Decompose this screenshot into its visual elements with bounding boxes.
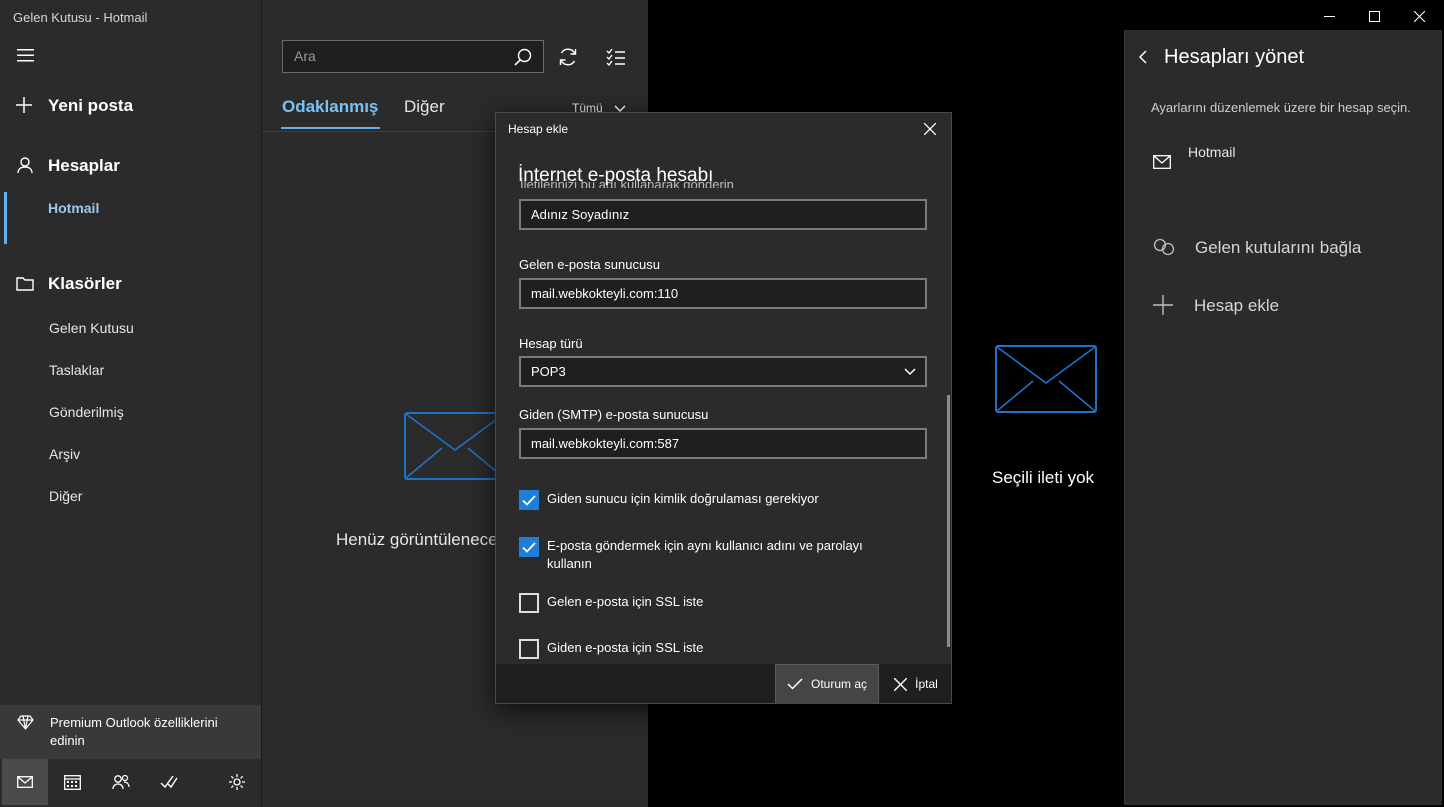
ssl-incoming-checkbox[interactable]: [519, 593, 539, 613]
manage-accounts-title: Hesapları yönet: [1164, 46, 1305, 68]
folder-inbox[interactable]: Gelen Kutusu: [49, 320, 134, 336]
outgoing-server-value: mail.webkokteyli.com:587: [531, 436, 680, 451]
search-box[interactable]: [282, 40, 544, 73]
outgoing-server-label: Giden (SMTP) e-posta sunucusu: [519, 407, 709, 422]
plus-icon: [16, 97, 32, 113]
select-mode-icon[interactable]: [606, 48, 626, 66]
selected-indicator: [4, 192, 7, 244]
tab-other[interactable]: Diğer: [404, 97, 445, 117]
mail-icon: [17, 776, 33, 788]
diamond-icon: [17, 715, 34, 730]
search-icon[interactable]: [514, 48, 532, 66]
new-mail-button[interactable]: Yeni posta: [0, 92, 261, 120]
tab-focused-underline: [281, 127, 380, 129]
close-window-button[interactable]: [1396, 0, 1442, 32]
empty-envelope-icon: [995, 345, 1097, 413]
account-mail-icon: [1153, 155, 1171, 169]
ssl-incoming-label: Gelen e-posta için SSL iste: [547, 594, 704, 609]
auth-required-checkbox[interactable]: [519, 490, 539, 510]
ssl-outgoing-label: Giden e-posta için SSL iste: [547, 640, 704, 655]
add-account-button[interactable]: Hesap ekle: [1194, 296, 1279, 316]
sidebar: [0, 0, 262, 807]
folder-archive[interactable]: Arşiv: [49, 446, 80, 462]
window-title: Gelen Kutusu - Hotmail: [13, 10, 148, 25]
back-arrow-icon[interactable]: [1138, 50, 1148, 64]
sidebar-item-hotmail[interactable]: Hotmail: [48, 200, 99, 216]
accounts-label: Hesaplar: [48, 156, 120, 175]
hamburger-menu-icon[interactable]: [17, 49, 34, 62]
sign-in-label: Oturum aç: [810, 677, 867, 691]
checkmark-icon: [787, 678, 803, 690]
link-icon: [1153, 238, 1175, 256]
maximize-button[interactable]: [1351, 0, 1397, 32]
ssl-outgoing-checkbox[interactable]: [519, 639, 539, 659]
add-account-dialog: Hesap ekle İletilerinizi bu adı kullanar…: [495, 112, 952, 704]
no-message-text: Seçili ileti yok: [992, 468, 1095, 487]
same-credentials-checkbox[interactable]: [519, 537, 539, 557]
empty-envelope-icon: [404, 412, 506, 480]
dialog-caption: Hesap ekle: [508, 122, 569, 136]
incoming-server-value: mail.webkokteyli.com:110: [531, 286, 679, 301]
tab-focused[interactable]: Odaklanmış: [282, 97, 378, 117]
account-type-value: POP3: [531, 364, 566, 379]
account-type-select[interactable]: POP3: [519, 356, 927, 387]
accounts-header[interactable]: Hesaplar: [0, 152, 261, 180]
dialog-close-icon[interactable]: [916, 117, 944, 141]
folder-icon: [16, 276, 34, 291]
close-icon: [894, 677, 908, 691]
link-inboxes-button[interactable]: Gelen kutularını bağla: [1195, 238, 1361, 258]
folder-drafts[interactable]: Taslaklar: [49, 362, 104, 378]
account-type-label: Hesap türü: [519, 336, 583, 351]
plus-icon: [1153, 295, 1173, 315]
folders-label: Klasörler: [48, 274, 122, 293]
todo-icon[interactable]: [160, 774, 178, 790]
dialog-heading: İnternet e-posta hesabı: [518, 165, 714, 186]
empty-list-text: Henüz görüntülenecek: [336, 530, 507, 549]
display-name-field[interactable]: Adınız Soyadınız: [519, 199, 927, 230]
manage-accounts-subtitle: Ayarlarını düzenlemek üzere bir hesap se…: [1151, 100, 1411, 115]
people-icon[interactable]: [112, 774, 130, 790]
auth-required-label: Giden sunucu için kimlik doğrulaması ger…: [547, 491, 819, 506]
folder-other[interactable]: Diğer: [49, 488, 82, 504]
folder-sent[interactable]: Gönderilmiş: [49, 404, 124, 420]
new-mail-label: Yeni posta: [48, 96, 134, 115]
manage-account-hotmail[interactable]: Hotmail: [1188, 144, 1235, 160]
premium-label: Premium Outlook özelliklerini edinin: [50, 715, 218, 748]
cancel-label: İptal: [915, 677, 938, 691]
calendar-icon[interactable]: [64, 774, 81, 790]
dialog-scrollbar[interactable]: [947, 395, 950, 647]
display-name-value: Adınız Soyadınız: [531, 207, 630, 222]
sign-in-button[interactable]: Oturum aç: [775, 664, 879, 703]
manage-accounts-panel: [1124, 30, 1442, 805]
search-input[interactable]: [294, 48, 494, 64]
minimize-button[interactable]: [1306, 0, 1352, 32]
folders-header[interactable]: Klasörler: [0, 270, 261, 298]
sync-icon[interactable]: [558, 47, 578, 67]
chevron-down-icon: [904, 368, 916, 376]
person-icon: [17, 157, 33, 174]
cancel-button[interactable]: İptal: [882, 664, 950, 703]
incoming-server-field[interactable]: mail.webkokteyli.com:110: [519, 278, 927, 309]
settings-gear-icon[interactable]: [228, 773, 246, 791]
outgoing-server-field[interactable]: mail.webkokteyli.com:587: [519, 428, 927, 459]
incoming-server-label: Gelen e-posta sunucusu: [519, 257, 660, 272]
same-credentials-label: E-posta göndermek için aynı kullanıcı ad…: [547, 538, 863, 571]
